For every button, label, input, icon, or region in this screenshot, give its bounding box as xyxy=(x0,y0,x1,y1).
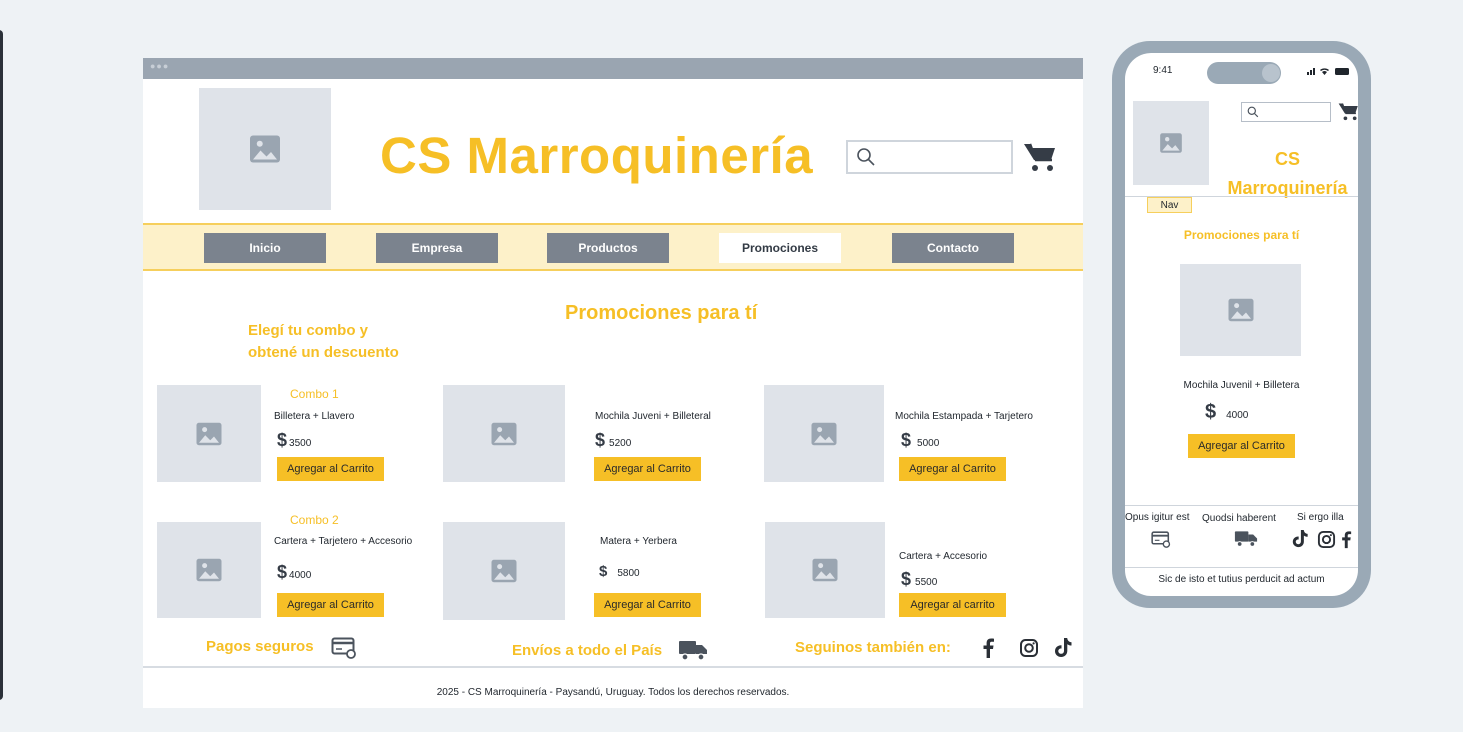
wifi-icon xyxy=(1320,68,1329,75)
copyright-text: 2025 - CS Marroquinería - Paysandú, Urug… xyxy=(436,687,790,698)
shipping-label: Envíos a todo el País xyxy=(512,642,663,659)
add-to-cart-button[interactable]: Agregar al Carrito xyxy=(899,457,1006,481)
image-icon xyxy=(812,558,838,582)
status-icons xyxy=(1307,68,1349,75)
camera-dot xyxy=(1262,64,1280,82)
nav-productos[interactable]: Productos xyxy=(547,233,669,263)
image-icon xyxy=(1160,133,1182,153)
product-image xyxy=(157,522,261,618)
image-icon xyxy=(811,422,837,445)
section-title: Promociones para tí xyxy=(565,302,758,324)
mobile-logo-placeholder xyxy=(1133,101,1209,185)
section-subtitle: Elegí tu combo y obtené un descuento xyxy=(248,322,399,361)
brand-title: CS Marroquinería xyxy=(380,127,814,184)
instagram-icon[interactable] xyxy=(1019,638,1039,658)
product-price: $5000 xyxy=(901,430,940,450)
product-price: $5200 xyxy=(595,430,632,450)
image-icon xyxy=(491,422,517,445)
product-price: $3500 xyxy=(277,430,312,450)
mobile-footer-text: Sic de isto et tutius perducit ad actum xyxy=(1158,574,1325,585)
footer-divider xyxy=(143,666,1083,668)
product-name: Mochila Estampada + Tarjetero xyxy=(895,411,1033,422)
credit-card-icon xyxy=(1151,531,1171,548)
cart-icon[interactable] xyxy=(1023,142,1057,172)
cart-icon[interactable] xyxy=(1338,102,1358,121)
image-icon xyxy=(1228,298,1253,322)
window-dots: ●●● xyxy=(150,61,170,71)
nav-contacto[interactable]: Contacto xyxy=(892,233,1014,263)
mobile-section-title: Promociones para tí xyxy=(1183,228,1300,242)
logo-placeholder xyxy=(199,88,331,210)
product-name: Billetera + Llavero xyxy=(274,411,355,422)
footer-col-3: Si ergo illa xyxy=(1297,512,1344,523)
product-price: $5800 xyxy=(599,563,640,580)
image-icon xyxy=(491,559,517,583)
combo1-label: Combo 1 xyxy=(290,387,339,401)
nav-inicio[interactable]: Inicio xyxy=(204,233,326,263)
nav-empresa[interactable]: Empresa xyxy=(376,233,498,263)
desktop-mockup: ●●● CS Marroquinería Inicio Empresa Prod… xyxy=(143,58,1083,708)
footer-divider-top xyxy=(1125,505,1358,506)
add-to-cart-button[interactable]: Agregar al carrito xyxy=(899,593,1006,617)
search-input[interactable] xyxy=(846,140,1013,174)
search-icon xyxy=(857,148,875,166)
instagram-icon[interactable] xyxy=(1317,530,1336,549)
search-icon xyxy=(1247,106,1259,118)
signal-icon xyxy=(1307,68,1315,75)
add-to-cart-button[interactable]: Agregar al Carrito xyxy=(594,457,701,481)
footer-divider-bottom xyxy=(1125,567,1358,568)
mobile-nav-button[interactable]: Nav xyxy=(1147,197,1192,213)
footer-col-1: Opus igitur est xyxy=(1125,512,1190,523)
nav-promociones[interactable]: Promociones xyxy=(719,233,841,263)
battery-icon xyxy=(1335,68,1349,75)
mobile-search-input[interactable] xyxy=(1241,102,1331,122)
browser-bar: ●●● xyxy=(143,58,1083,79)
add-to-cart-button[interactable]: Agregar al Carrito xyxy=(277,457,384,481)
add-to-cart-button[interactable]: Agregar al Carrito xyxy=(277,593,384,617)
product-price: $4000 xyxy=(277,562,312,582)
product-image xyxy=(443,522,565,620)
social-label: Seguinos también en: xyxy=(795,639,951,656)
status-time: 9:41 xyxy=(1153,65,1173,76)
tiktok-icon[interactable] xyxy=(1291,529,1309,549)
product-image xyxy=(443,385,565,482)
footer-col-2: Quodsi haberent xyxy=(1202,513,1276,524)
credit-card-icon xyxy=(331,637,356,659)
product-image xyxy=(157,385,261,482)
facebook-icon[interactable] xyxy=(1340,530,1352,549)
mobile-brand-title: CS Marroquinería xyxy=(1227,149,1348,198)
image-icon xyxy=(196,558,222,582)
truck-icon xyxy=(1234,531,1258,547)
left-panel-edge xyxy=(0,30,3,700)
navbar: Inicio Empresa Productos Promociones Con… xyxy=(143,223,1083,271)
secure-payments-label: Pagos seguros xyxy=(206,638,314,655)
product-image xyxy=(765,522,885,618)
truck-icon xyxy=(679,641,707,661)
mobile-screen: 9:41 CS Marroquinería Nav Promociones pa… xyxy=(1125,53,1358,596)
product-name: Matera + Yerbera xyxy=(600,536,677,547)
product-name: Cartera + Accesorio xyxy=(899,551,988,562)
image-icon xyxy=(196,422,222,445)
product-name: Mochila Juveni + Billeteral xyxy=(595,411,711,422)
image-icon xyxy=(250,135,280,163)
product-price: $5500 xyxy=(901,569,938,589)
mobile-product-image xyxy=(1180,264,1301,356)
mobile-product-price: $4000 xyxy=(1205,401,1249,423)
combo2-label: Combo 2 xyxy=(290,513,339,527)
mobile-add-to-cart-button[interactable]: Agregar al Carrito xyxy=(1188,434,1295,458)
product-image xyxy=(764,385,884,482)
mobile-product-name: Mochila Juvenil + Billetera xyxy=(1183,380,1300,391)
tiktok-icon[interactable] xyxy=(1053,637,1073,659)
facebook-icon[interactable] xyxy=(981,638,995,658)
mobile-mockup: 9:41 CS Marroquinería Nav Promociones pa… xyxy=(1112,41,1371,608)
product-name: Cartera + Tarjetero + Accesorio xyxy=(274,536,413,547)
add-to-cart-button[interactable]: Agregar al Carrito xyxy=(594,593,701,617)
